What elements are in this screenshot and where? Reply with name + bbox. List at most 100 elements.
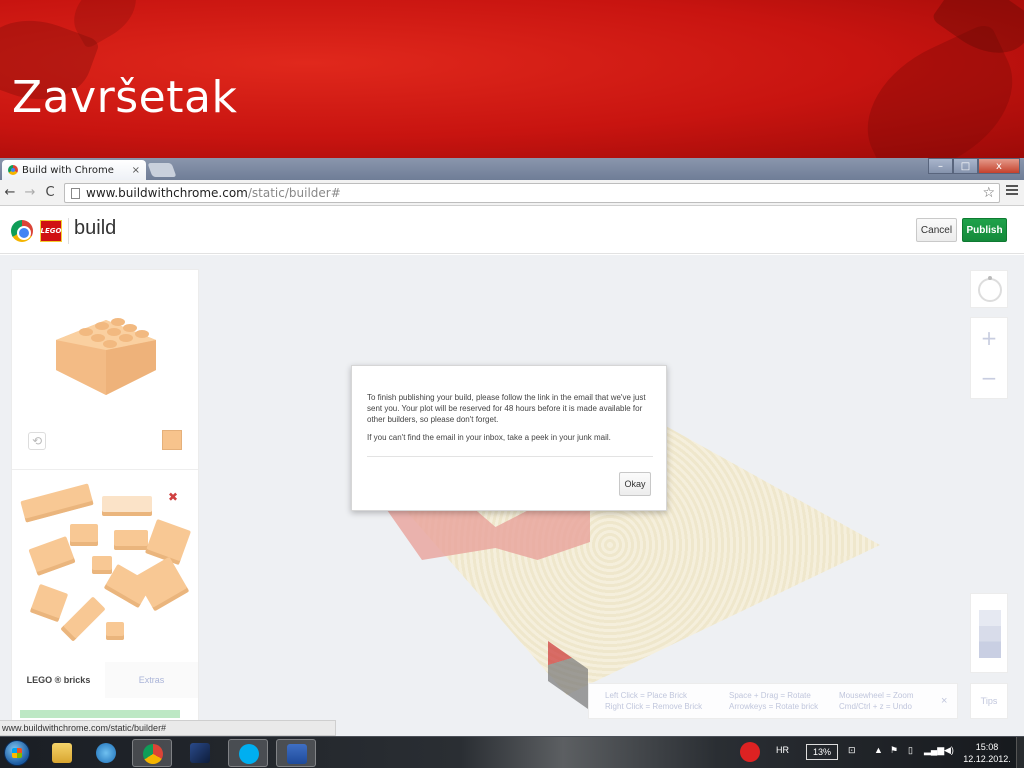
window-controls: – □ x <box>928 158 1020 174</box>
app-header: LEGO build Cancel Publish <box>0 206 1024 254</box>
dialog-body: To finish publishing your build, please … <box>367 392 655 443</box>
tips-button[interactable]: Tips <box>970 683 1008 719</box>
color-swatch[interactable] <box>162 430 182 450</box>
zoom-out-button[interactable]: − <box>971 358 1007 398</box>
progress-strip <box>20 710 180 718</box>
brick-panel: ⟲ ✖ LEGO ® bricks Extras <box>11 269 199 729</box>
folder-icon <box>52 743 72 763</box>
volume-icon[interactable]: ◀) <box>944 745 954 756</box>
slide-header: Završetak <box>0 0 1024 158</box>
delete-brick-icon[interactable]: ✖ <box>164 488 182 506</box>
help-column: Space + Drag = Rotate Arrowkeys = Rotate… <box>729 690 818 712</box>
reload-icon[interactable]: C <box>40 185 60 200</box>
system-clock[interactable]: 15:08 12.12.2012. <box>958 741 1016 765</box>
help-close-icon[interactable]: × <box>941 695 947 707</box>
forward-arrow-icon[interactable]: → <box>20 185 40 200</box>
help-text: Arrowkeys = Rotate brick <box>729 702 819 711</box>
taskbar-word[interactable] <box>276 739 316 767</box>
clock-time: 15:08 <box>975 742 999 752</box>
dialog-divider <box>367 456 653 457</box>
zoom-controls: + − <box>970 317 1008 399</box>
start-button[interactable] <box>4 740 30 766</box>
taskbar-explorer[interactable] <box>42 739 82 767</box>
bookmark-star-icon[interactable]: ☆ <box>982 185 995 201</box>
help-text: Left Click = Place Brick <box>605 691 688 700</box>
publish-button[interactable]: Publish <box>962 218 1007 242</box>
palette-brick[interactable] <box>106 622 124 640</box>
url-bar[interactable]: www.buildwithchrome.com/static/builder# … <box>64 183 1000 203</box>
lego-logo: LEGO <box>40 220 62 242</box>
layer-stack-icon <box>979 610 1001 658</box>
media-player-icon <box>96 743 116 763</box>
new-tab-button[interactable] <box>147 163 177 177</box>
taskbar-skype[interactable] <box>228 739 268 767</box>
taskbar-chrome[interactable] <box>132 739 172 767</box>
battery-indicator[interactable]: 13% <box>806 744 838 760</box>
layer-control[interactable] <box>970 593 1008 673</box>
clock-date: 12.12.2012. <box>963 754 1011 764</box>
skype-icon <box>239 744 259 764</box>
power-icon[interactable]: ▯ <box>908 745 913 756</box>
page-icon <box>71 187 80 199</box>
dialog-paragraph: If you can't find the email in your inbo… <box>367 433 611 442</box>
office-tray-icon[interactable] <box>740 742 760 762</box>
palette-brick[interactable] <box>28 536 76 576</box>
rotate-brick-icon[interactable]: ⟲ <box>28 432 46 450</box>
window-close-button[interactable]: x <box>978 158 1020 174</box>
app-title: build <box>74 217 117 239</box>
help-text: Mousewheel = Zoom <box>839 691 914 700</box>
brick-preview: ⟲ <box>12 270 198 470</box>
app-icon <box>190 743 210 763</box>
palette-brick[interactable] <box>114 530 148 550</box>
back-arrow-icon[interactable]: ← <box>0 185 20 200</box>
controls-help-bar: Left Click = Place Brick Right Click = R… <box>588 683 958 719</box>
tab-lego-bricks[interactable]: LEGO ® bricks <box>12 662 105 698</box>
chrome-icon <box>143 744 163 764</box>
panel-tabs: LEGO ® bricks Extras <box>12 662 198 698</box>
brick-palette: ✖ <box>12 472 198 662</box>
browser-toolbar: ← → C www.buildwithchrome.com/static/bui… <box>0 180 1024 206</box>
help-column: Mousewheel = Zoom Cmd/Ctrl + z = Undo <box>839 690 913 712</box>
cancel-button[interactable]: Cancel <box>916 218 957 242</box>
slide-title: Završetak <box>12 72 238 123</box>
palette-brick[interactable] <box>134 556 190 612</box>
minimize-button[interactable]: – <box>928 158 953 174</box>
rotate-view-control[interactable] <box>970 270 1008 308</box>
help-column: Left Click = Place Brick Right Click = R… <box>605 690 702 712</box>
status-url-bubble: www.buildwithchrome.com/static/builder# <box>0 720 336 736</box>
chrome-menu-icon[interactable] <box>1006 185 1018 197</box>
zoom-in-button[interactable]: + <box>971 318 1007 358</box>
chrome-logo-icon <box>11 220 33 242</box>
taskbar-media-player[interactable] <box>86 739 126 767</box>
build-canvas[interactable]: ⟲ ✖ LEGO ® bricks Extras + − Left Click … <box>0 255 1024 736</box>
palette-brick[interactable] <box>102 496 152 516</box>
compass-icon <box>978 276 1002 302</box>
palette-brick[interactable] <box>29 583 69 623</box>
dialog-paragraph: To finish publishing your build, please … <box>367 393 646 424</box>
taskbar-app[interactable] <box>180 739 220 767</box>
help-text: Space + Drag = Rotate <box>729 691 811 700</box>
tab-extras[interactable]: Extras <box>105 662 198 698</box>
palette-brick[interactable] <box>70 524 98 546</box>
header-divider <box>68 218 69 244</box>
signal-icon[interactable]: ▂▄▆ <box>924 745 944 756</box>
show-hidden-icon[interactable]: ▲ <box>874 745 883 755</box>
browser-tab[interactable]: Build with Chrome × <box>2 160 146 180</box>
help-text: Right Click = Remove Brick <box>605 702 703 711</box>
windows-taskbar: HR 13% ⊡ ▲ ⚑ ▯ ▂▄▆ ◀) 15:08 12.12.2012. <box>0 736 1024 768</box>
network-tray-icon[interactable]: ⊡ <box>848 745 856 756</box>
action-center-flag-icon[interactable]: ⚑ <box>890 745 898 756</box>
palette-brick[interactable] <box>92 556 112 574</box>
palette-brick[interactable] <box>60 596 106 642</box>
palette-brick[interactable] <box>20 483 94 523</box>
tab-title: Build with Chrome <box>22 164 114 176</box>
show-desktop-button[interactable] <box>1016 737 1024 768</box>
maximize-button[interactable]: □ <box>953 158 978 174</box>
okay-button[interactable]: Okay <box>619 472 651 496</box>
language-indicator[interactable]: HR <box>776 745 789 755</box>
word-icon <box>287 744 307 764</box>
url-path: /static/builder# <box>247 186 341 200</box>
chrome-favicon-icon <box>8 165 18 175</box>
tab-close-icon[interactable]: × <box>132 165 140 176</box>
browser-tabbar: Build with Chrome × – □ x <box>0 158 1024 180</box>
